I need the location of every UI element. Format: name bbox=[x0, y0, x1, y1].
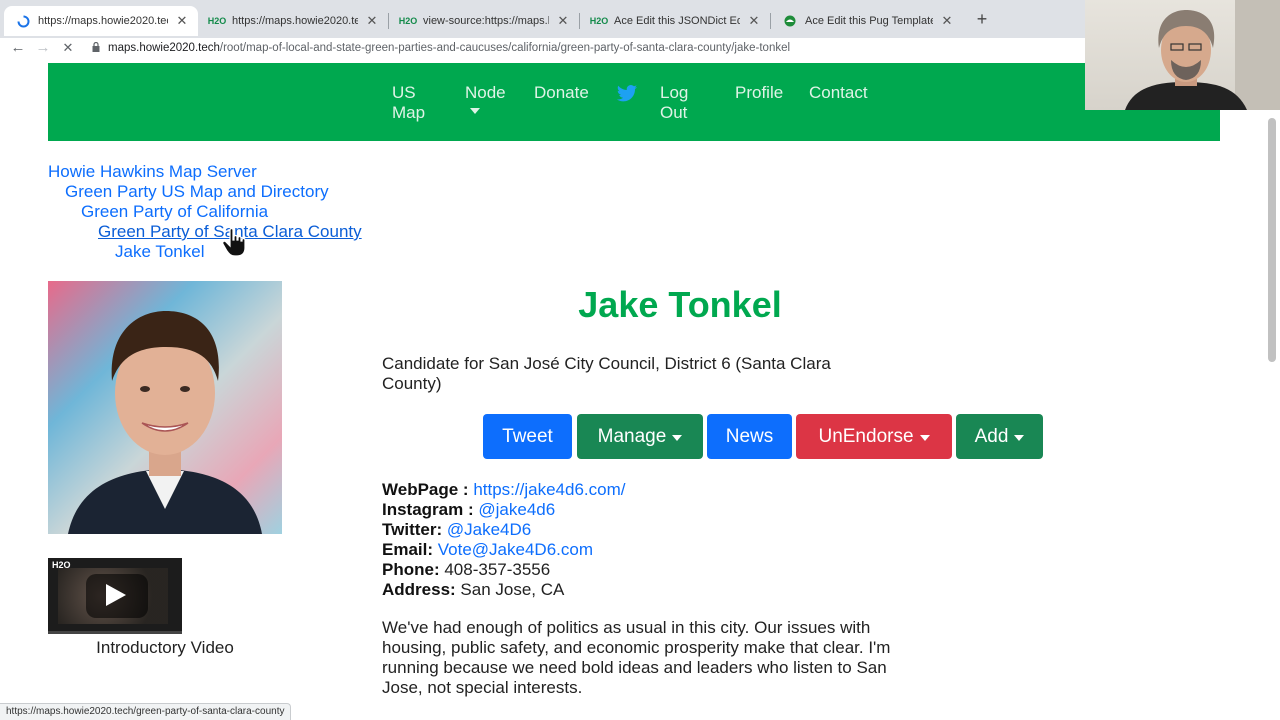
address-value: San Jose, CA bbox=[460, 580, 565, 599]
info-phone: Phone: 408-357-3556 bbox=[382, 560, 550, 580]
nav-label: Out bbox=[660, 103, 688, 122]
nav-label: Contact bbox=[809, 83, 868, 102]
phone-value: 408-357-3556 bbox=[444, 560, 551, 579]
loading-spinner-icon bbox=[16, 14, 30, 28]
breadcrumb-jake-tonkel[interactable]: Jake Tonkel bbox=[115, 242, 204, 262]
info-label: WebPage : bbox=[382, 480, 469, 499]
candidate-name: Jake Tonkel bbox=[578, 284, 782, 325]
green-party-favicon-icon bbox=[783, 14, 797, 28]
button-label: UnEndorse bbox=[818, 425, 914, 447]
presenter-illustration bbox=[1125, 0, 1280, 110]
twitter-link[interactable]: @Jake4D6 bbox=[447, 520, 531, 539]
caret-down-icon bbox=[919, 434, 930, 441]
candidate-bio: We've had enough of politics as usual in… bbox=[382, 618, 891, 697]
info-label: Email: bbox=[382, 540, 434, 559]
chevron-down-icon[interactable] bbox=[470, 108, 480, 114]
twitter-bird-icon[interactable] bbox=[616, 84, 638, 104]
browser-tab-4[interactable]: H2O Ace Edit this JSONDict Edit a J ✕ bbox=[580, 6, 770, 36]
h2o-favicon-icon: H2O bbox=[398, 16, 418, 26]
info-label: Twitter: bbox=[382, 520, 443, 539]
video-badge: H2O bbox=[52, 560, 71, 570]
news-button[interactable]: News bbox=[707, 414, 792, 459]
unendorse-dropdown-button[interactable]: UnEndorse bbox=[796, 414, 952, 459]
close-icon[interactable]: ✕ bbox=[174, 13, 190, 29]
browser-tab-5[interactable]: Ace Edit this Pug Template. ✕ bbox=[771, 6, 963, 36]
address-bar[interactable]: maps.howie2020.tech/root/map-of-local-an… bbox=[92, 39, 790, 57]
page-scrollbar[interactable] bbox=[1268, 118, 1276, 362]
info-label: Instagram : bbox=[382, 500, 474, 519]
nav-profile[interactable]: Profile bbox=[735, 83, 783, 103]
tab-title: Ace Edit this Pug Template. bbox=[805, 15, 933, 27]
button-label: Manage bbox=[597, 425, 667, 447]
nav-label: Profile bbox=[735, 83, 784, 102]
info-webpage: WebPage : https://jake4d6.com/ bbox=[382, 480, 625, 500]
h2o-favicon-icon: H2O bbox=[207, 16, 227, 26]
forward-arrow-icon[interactable]: → bbox=[35, 39, 51, 57]
status-bar-url: https://maps.howie2020.tech/green-party-… bbox=[0, 703, 292, 720]
nav-log-out[interactable]: Log Out bbox=[660, 83, 688, 123]
info-label: Address: bbox=[382, 580, 456, 599]
new-tab-button[interactable]: + bbox=[972, 10, 992, 28]
webpage-link[interactable]: https://jake4d6.com/ bbox=[473, 480, 625, 499]
close-icon[interactable]: ✕ bbox=[364, 13, 380, 29]
info-twitter: Twitter: @Jake4D6 bbox=[382, 520, 531, 540]
caret-down-icon bbox=[1014, 434, 1025, 441]
play-icon[interactable] bbox=[106, 584, 126, 606]
nav-label: Node bbox=[465, 83, 506, 102]
instagram-link[interactable]: @jake4d6 bbox=[478, 500, 555, 519]
nav-node[interactable]: Node bbox=[465, 83, 506, 103]
nav-label: US bbox=[392, 83, 416, 102]
tab-title: https://maps.howie2020.tech/ bbox=[232, 15, 358, 27]
button-label: News bbox=[725, 425, 774, 447]
back-arrow-icon[interactable]: ← bbox=[10, 39, 26, 57]
webcam-overlay bbox=[1085, 0, 1280, 110]
browser-tab-3[interactable]: H2O view-source:https://maps.how ✕ bbox=[389, 6, 579, 36]
info-label: Phone: bbox=[382, 560, 440, 579]
tab-title: Ace Edit this JSONDict Edit a J bbox=[614, 15, 740, 27]
browser-tab-1[interactable]: https://maps.howie2020.tech/ ✕ bbox=[4, 6, 198, 36]
nav-label: Log bbox=[660, 83, 689, 102]
info-email: Email: Vote@Jake4D6.com bbox=[382, 540, 593, 560]
nav-us-map[interactable]: US Map bbox=[392, 83, 425, 123]
caret-down-icon bbox=[672, 434, 683, 441]
nav-donate[interactable]: Donate bbox=[534, 83, 589, 103]
button-label: Add bbox=[974, 425, 1009, 447]
nav-label: Donate bbox=[534, 83, 589, 102]
close-icon[interactable]: ✕ bbox=[939, 13, 955, 29]
browser-tab-2[interactable]: H2O https://maps.howie2020.tech/ ✕ bbox=[198, 6, 388, 36]
add-dropdown-button[interactable]: Add bbox=[956, 414, 1043, 459]
candidate-subtitle: Candidate for San José City Council, Dis… bbox=[382, 354, 831, 393]
info-address: Address: San Jose, CA bbox=[382, 580, 564, 600]
nav-label: Map bbox=[392, 103, 426, 122]
email-link[interactable]: Vote@Jake4D6.com bbox=[438, 540, 593, 559]
breadcrumb-us-map-directory[interactable]: Green Party US Map and Directory bbox=[65, 182, 329, 202]
tab-title: view-source:https://maps.how bbox=[423, 15, 549, 27]
manage-dropdown-button[interactable]: Manage bbox=[577, 414, 703, 459]
stop-loading-icon[interactable]: ✕ bbox=[60, 39, 76, 57]
candidate-photo bbox=[48, 281, 282, 534]
tab-title: https://maps.howie2020.tech/ bbox=[38, 15, 168, 27]
url-path: /root/map-of-local-and-state-green-parti… bbox=[219, 42, 791, 54]
url-host: maps.howie2020.tech bbox=[108, 42, 220, 54]
close-icon[interactable]: ✕ bbox=[746, 13, 762, 29]
lock-icon bbox=[92, 41, 100, 54]
button-label: Tweet bbox=[502, 425, 553, 447]
info-instagram: Instagram : @jake4d6 bbox=[382, 500, 555, 520]
video-caption: Introductory Video bbox=[96, 638, 234, 657]
breadcrumb-california[interactable]: Green Party of California bbox=[81, 202, 268, 222]
h2o-favicon-icon: H2O bbox=[589, 16, 609, 26]
close-icon[interactable]: ✕ bbox=[555, 13, 571, 29]
tweet-button[interactable]: Tweet bbox=[483, 414, 572, 459]
breadcrumb-map-server[interactable]: Howie Hawkins Map Server bbox=[48, 162, 257, 182]
nav-contact[interactable]: Contact bbox=[809, 83, 868, 103]
hand-pointer-cursor-icon bbox=[222, 227, 246, 257]
portrait-illustration bbox=[68, 311, 262, 534]
